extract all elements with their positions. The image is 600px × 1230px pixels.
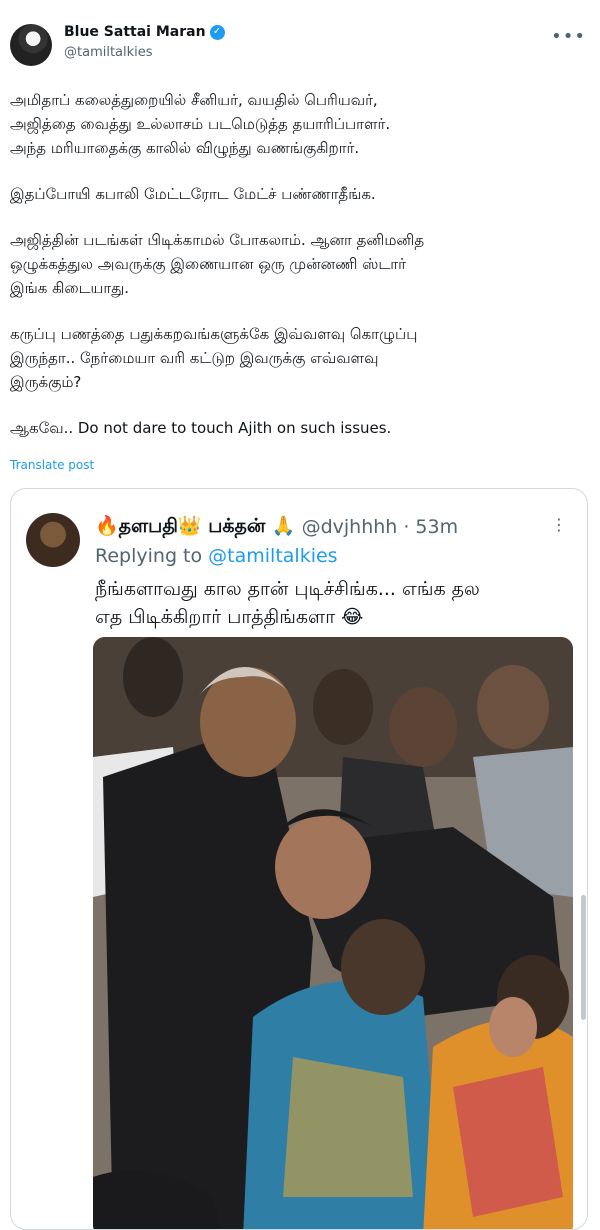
tweet-header: Blue Sattai Maran ✓ @tamiltalkies ••• [10,20,590,70]
text-line: கருப்பு பணத்தை பதுக்கறவங்களுக்கே இவ்வளவு… [10,325,418,343]
replying-to: Replying to @tamiltalkies [95,545,338,567]
text-line: அந்த மரியாதைக்கு காலில் விழுந்து வணங்குக… [10,139,360,157]
text-line: ஆகவே.. Do not dare to touch Ajith on suc… [10,419,392,437]
photo-illustration [93,637,573,1229]
paragraph-1: அமிதாப் கலைத்துறையில் சீனியர், வயதில் பெ… [10,88,588,160]
paragraph-3: அஜித்தின் படங்கள் பிடிக்காமல் போகலாம். ஆ… [10,228,588,300]
name-suffix: பக்தன் [208,515,266,537]
display-name[interactable]: Blue Sattai Maran [64,24,206,40]
praying-hands-icon: 🙏 [271,515,296,537]
text-line: இங்க கிடையாது. [10,279,129,297]
name-prefix: 🔥தளபதி [95,515,178,537]
translate-link[interactable]: Translate post [10,458,94,472]
quote-timestamp[interactable]: 53m [415,516,458,538]
reply-handle-link[interactable]: @tamiltalkies [208,545,337,567]
quote-handle[interactable]: @dvjhhhh [302,516,398,538]
handle[interactable]: @tamiltalkies [64,45,153,60]
verified-badge-icon: ✓ [209,24,225,40]
paragraph-5: ஆகவே.. Do not dare to touch Ajith on suc… [10,416,588,440]
quote-avatar[interactable] [26,513,80,567]
text-line: இருக்கும்? [10,373,82,391]
quote-display-name[interactable]: 🔥தளபதி👑 பக்தன் 🙏 [95,514,296,540]
text-line: ஒழுக்கத்துல அவருக்கு இணையான ஒரு முன்னணி … [10,255,406,273]
text-line: இருந்தா.. நேர்மையா வரி கட்டுற இவருக்கு எ… [10,349,379,367]
paragraph-4: கருப்பு பணத்தை பதுக்கறவங்களுக்கே இவ்வளவு… [10,322,588,394]
tweet-body: அமிதாப் கலைத்துறையில் சீனியர், வயதில் பெ… [10,88,588,462]
crown-icon: 👑 [177,515,202,537]
paragraph-2: இதப்போயி கபாலி மேட்டரோட மேட்ச் பண்ணாதீங்… [10,182,588,206]
text-line: இதப்போயி கபாலி மேட்டரோட மேட்ச் பண்ணாதீங்… [10,185,376,203]
text-line: அஜித்தை வைத்து உல்லாசம் படமெடுத்த தயாரிப… [10,115,391,133]
quote-text-line: நீங்களாவது கால தான் புடிச்சிங்க... எங்க … [95,578,480,600]
name-row: Blue Sattai Maran ✓ [64,24,225,40]
scrollbar[interactable] [581,895,586,1020]
avatar[interactable] [10,24,52,66]
text-line: அஜித்தின் படங்கள் பிடிக்காமல் போகலாம். ஆ… [10,231,425,249]
replying-to-label: Replying to [95,545,203,567]
quoted-tweet[interactable]: 🔥தளபதி👑 பக்தன் 🙏 @dvjhhhh · 53m ⋮ Replyi… [10,488,588,1230]
attached-photo[interactable] [93,637,573,1229]
separator-dot: · [403,516,410,538]
quote-text: நீங்களாவது கால தான் புடிச்சிங்க... எங்க … [95,575,565,631]
quote-text-line: எத பிடிக்கிறார் பாத்திங்களா 😂 [95,606,364,628]
more-options-icon[interactable]: ••• [551,26,586,47]
quote-more-options-icon[interactable]: ⋮ [551,515,567,534]
text-line: அமிதாப் கலைத்துறையில் சீனியர், வயதில் பெ… [10,91,378,109]
quote-name-row: 🔥தளபதி👑 பக்தன் 🙏 @dvjhhhh · 53m [95,514,458,540]
